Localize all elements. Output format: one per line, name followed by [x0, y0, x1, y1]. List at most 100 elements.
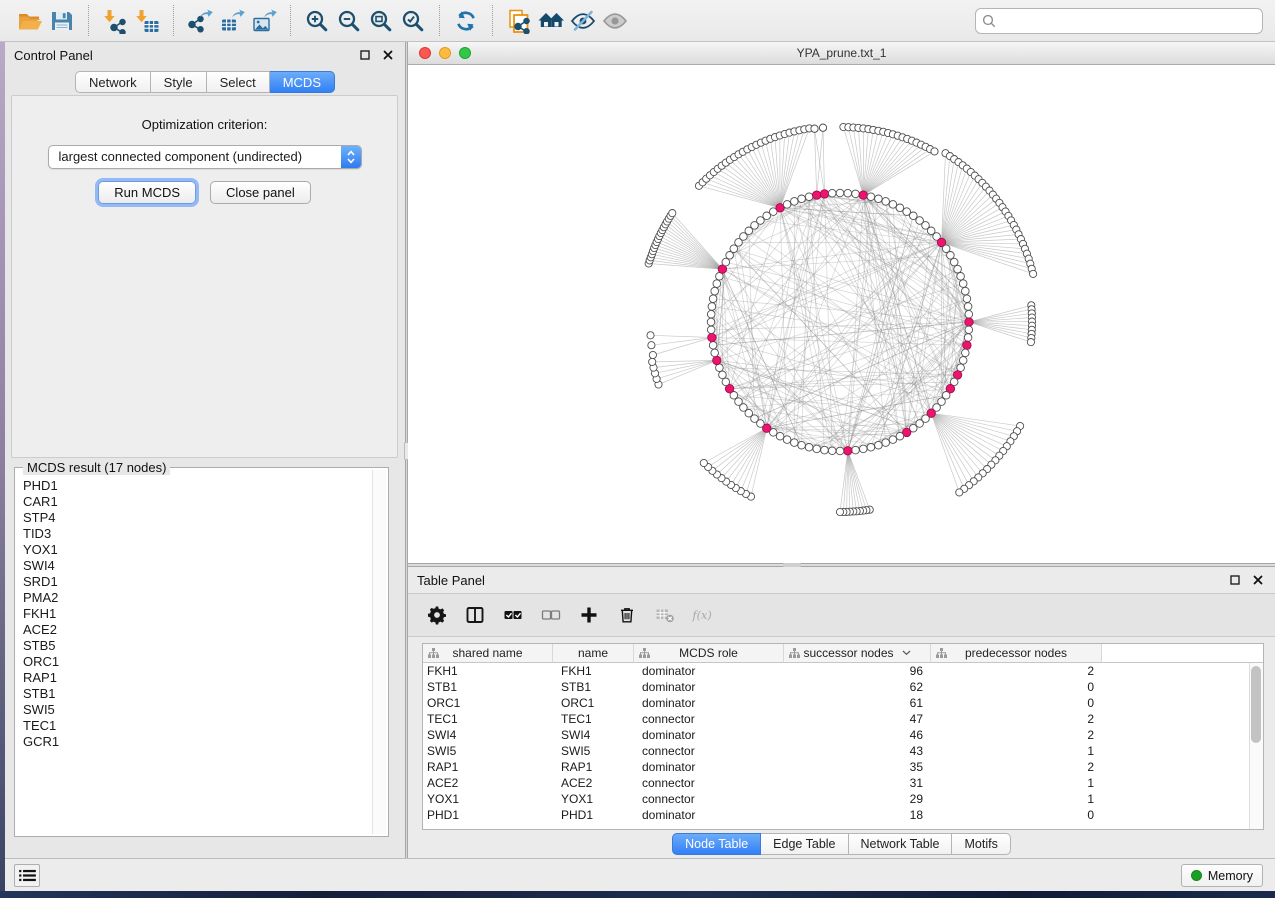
table-cell[interactable]: RAP1: [553, 759, 634, 775]
memory-button[interactable]: Memory: [1181, 864, 1263, 887]
table-row[interactable]: STB1STB1dominator620: [423, 679, 1249, 695]
mcds-hub-node[interactable]: [963, 341, 971, 349]
network-node[interactable]: [896, 432, 904, 440]
tab-node-table[interactable]: Node Table: [672, 833, 761, 855]
mcds-result-item[interactable]: STB5: [17, 638, 371, 654]
mcds-result-item[interactable]: TEC1: [17, 718, 371, 734]
table-cell[interactable]: 62: [784, 679, 931, 695]
zoom-selected-icon[interactable]: [397, 5, 429, 37]
mcds-hub-node[interactable]: [965, 318, 973, 326]
network-node[interactable]: [959, 357, 967, 365]
select-all-icon[interactable]: [501, 603, 525, 627]
network-node[interactable]: [709, 295, 717, 303]
table-cell[interactable]: 2: [931, 663, 1102, 679]
network-node[interactable]: [965, 326, 973, 334]
table-row[interactable]: TEC1TEC1connector472: [423, 711, 1249, 727]
close-table-panel-icon[interactable]: [1250, 572, 1266, 588]
table-cell[interactable]: SWI5: [423, 743, 553, 759]
network-node[interactable]: [875, 441, 883, 449]
task-history-button[interactable]: [14, 864, 40, 887]
network-node[interactable]: [647, 332, 654, 339]
network-node[interactable]: [959, 280, 967, 288]
first-neighbors-icon[interactable]: [535, 5, 567, 37]
mcds-result-item[interactable]: PHD1: [17, 478, 371, 494]
search-input[interactable]: [975, 8, 1263, 34]
new-network-from-selection-icon[interactable]: [503, 5, 535, 37]
network-node[interactable]: [719, 371, 727, 379]
mcds-result-item[interactable]: STB1: [17, 686, 371, 702]
network-node[interactable]: [805, 444, 813, 452]
table-cell[interactable]: 2: [931, 711, 1102, 727]
table-cell[interactable]: FKH1: [553, 663, 634, 679]
float-table-panel-icon[interactable]: [1227, 572, 1243, 588]
network-node[interactable]: [896, 204, 904, 212]
create-column-icon[interactable]: [577, 603, 601, 627]
column-header-successor-nodes[interactable]: successor nodes: [784, 644, 931, 663]
mcds-hub-node[interactable]: [708, 333, 716, 341]
table-cell[interactable]: STB1: [423, 679, 553, 695]
table-cell[interactable]: FKH1: [423, 663, 553, 679]
zoom-fit-icon[interactable]: [365, 5, 397, 37]
network-node[interactable]: [791, 439, 799, 447]
network-node[interactable]: [821, 446, 829, 454]
network-canvas[interactable]: [408, 65, 1275, 563]
tab-network-table[interactable]: Network Table: [849, 833, 953, 855]
table-cell[interactable]: PHD1: [553, 807, 634, 823]
mcds-result-item[interactable]: SWI5: [17, 702, 371, 718]
table-cell[interactable]: 96: [784, 663, 931, 679]
network-node[interactable]: [889, 436, 897, 444]
network-node[interactable]: [963, 295, 971, 303]
network-node[interactable]: [711, 349, 719, 357]
table-mode-icon[interactable]: [425, 603, 449, 627]
table-scrollbar-thumb[interactable]: [1251, 666, 1261, 743]
network-node[interactable]: [811, 125, 818, 132]
network-node[interactable]: [708, 303, 716, 311]
mcds-result-item[interactable]: SWI4: [17, 558, 371, 574]
column-header-predecessor-nodes[interactable]: predecessor nodes: [931, 644, 1102, 663]
table-cell[interactable]: 31: [784, 775, 931, 791]
network-node[interactable]: [1027, 339, 1034, 346]
network-node[interactable]: [722, 378, 730, 386]
table-cell[interactable]: 61: [784, 695, 931, 711]
close-panel-button[interactable]: Close panel: [210, 181, 311, 204]
network-node[interactable]: [954, 265, 962, 273]
table-cell[interactable]: 18: [784, 807, 931, 823]
table-cell[interactable]: 1: [931, 743, 1102, 759]
network-node[interactable]: [819, 124, 826, 131]
column-header-MCDS-role[interactable]: MCDS role: [634, 644, 784, 663]
network-node[interactable]: [805, 193, 813, 201]
zoom-out-icon[interactable]: [333, 5, 365, 37]
table-row[interactable]: FKH1FKH1dominator962: [423, 663, 1249, 679]
tab-network[interactable]: Network: [75, 71, 151, 93]
tab-select[interactable]: Select: [207, 71, 270, 93]
network-node[interactable]: [836, 508, 843, 515]
table-cell[interactable]: 1: [931, 775, 1102, 791]
network-node[interactable]: [844, 189, 852, 197]
import-table-icon[interactable]: [131, 5, 163, 37]
table-cell[interactable]: connector: [634, 743, 784, 759]
network-node[interactable]: [957, 273, 965, 281]
network-node[interactable]: [798, 195, 806, 203]
network-node[interactable]: [882, 439, 890, 447]
network-node[interactable]: [867, 193, 875, 201]
network-node[interactable]: [791, 198, 799, 206]
mcds-hub-node[interactable]: [844, 447, 852, 455]
table-cell[interactable]: STB1: [553, 679, 634, 695]
table-cell[interactable]: dominator: [634, 807, 784, 823]
network-node[interactable]: [947, 252, 955, 260]
network-node[interactable]: [783, 201, 791, 209]
table-cell[interactable]: ACE2: [423, 775, 553, 791]
table-cell[interactable]: 29: [784, 791, 931, 807]
network-node[interactable]: [783, 436, 791, 444]
table-row[interactable]: ACE2ACE2connector311: [423, 775, 1249, 791]
import-network-icon[interactable]: [99, 5, 131, 37]
table-scrollbar[interactable]: [1249, 663, 1263, 829]
table-cell[interactable]: RAP1: [423, 759, 553, 775]
mcds-result-item[interactable]: ACE2: [17, 622, 371, 638]
network-node[interactable]: [964, 303, 972, 311]
network-node[interactable]: [713, 280, 721, 288]
network-node[interactable]: [813, 445, 821, 453]
network-node[interactable]: [964, 334, 972, 342]
table-row[interactable]: SWI5SWI5connector431: [423, 743, 1249, 759]
table-cell[interactable]: connector: [634, 775, 784, 791]
